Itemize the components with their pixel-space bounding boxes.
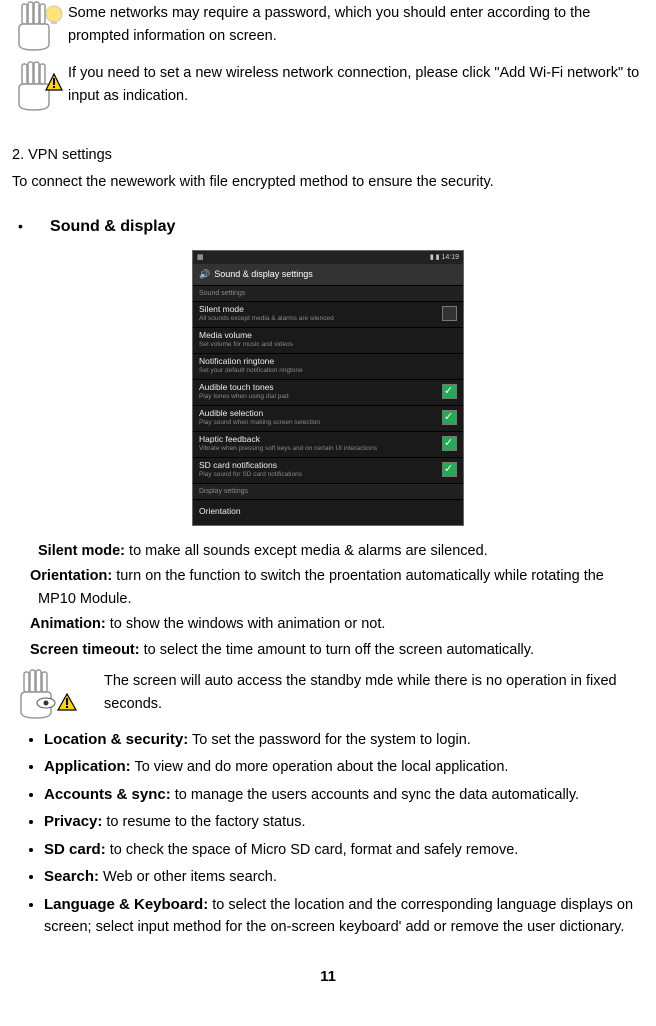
feature-list: Location & security: To set the password… [12, 728, 644, 939]
row-audible-selection[interactable]: Audible selection Play sound when making… [193, 406, 463, 432]
sound-display-screenshot: ▦ ▮ ▮ 14:19 🔊 Sound & display settings S… [12, 250, 644, 526]
note-password: Some networks may require a password, wh… [12, 0, 644, 52]
android-status-bar: ▦ ▮ ▮ 14:19 [193, 251, 463, 264]
row-sd-card-notifications[interactable]: SD card notifications Play sound for SD … [193, 458, 463, 484]
text: To set the password for the system to lo… [188, 732, 471, 748]
page-number: 11 [12, 965, 644, 989]
feature-application: Application: To view and do more operati… [44, 755, 644, 778]
text: to resume to the factory status. [102, 814, 305, 830]
section-display: Display settings [193, 484, 463, 500]
text: to show the windows with animation or no… [106, 616, 386, 632]
label: Silent mode: [38, 543, 125, 559]
feature-search: Search: Web or other items search. [44, 865, 644, 888]
row-media-volume[interactable]: Media volume Set volume for music and vi… [193, 328, 463, 354]
desc-orientation: Orientation: turn on the function to swi… [30, 565, 644, 611]
hand-lightbulb-icon [12, 0, 68, 52]
row-silent-mode[interactable]: Silent mode All sounds except media & al… [193, 302, 463, 328]
row-notification-ringtone[interactable]: Notification ringtone Set your default n… [193, 354, 463, 380]
feature-accounts: Accounts & sync: to manage the users acc… [44, 783, 644, 806]
desc-timeout: Screen timeout: to select the time amoun… [30, 639, 644, 662]
checkbox-icon[interactable] [442, 306, 457, 321]
checkbox-icon[interactable] [442, 410, 457, 425]
sound-display-heading: Sound & display [12, 214, 644, 240]
desc-silent: Silent mode: to make all sounds except m… [38, 540, 644, 563]
note-addwifi: If you need to set a new wireless networ… [12, 60, 644, 112]
checkbox-icon[interactable] [442, 462, 457, 477]
vpn-body: To connect the newework with file encryp… [12, 171, 644, 194]
checkbox-icon[interactable] [442, 384, 457, 399]
vpn-heading: 2. VPN settings [12, 144, 644, 167]
heading-label: Sound & display [50, 218, 175, 235]
feature-language: Language & Keyboard: to select the locat… [44, 893, 644, 939]
text: Web or other items search. [99, 869, 277, 885]
text: turn on the function to switch the proen… [38, 568, 604, 607]
text: to manage the users accounts and sync th… [171, 787, 579, 803]
label: Language & Keyboard: [44, 896, 208, 913]
row-haptic-feedback[interactable]: Haptic feedback Vibrate when pressing so… [193, 432, 463, 458]
text: to select the time amount to turn off th… [140, 642, 534, 658]
desc-animation: Animation: to show the windows with anim… [30, 613, 644, 636]
label: Accounts & sync: [44, 786, 171, 803]
note-standby: The screen will auto access the standby … [12, 668, 644, 720]
note-text: Some networks may require a password, wh… [68, 0, 644, 48]
feature-sdcard: SD card: to check the space of Micro SD … [44, 838, 644, 861]
label: SD card: [44, 841, 106, 858]
label: Animation: [30, 616, 106, 632]
text: To view and do more operation about the … [131, 759, 509, 775]
row-audible-touch-tones[interactable]: Audible touch tones Play tones when usin… [193, 380, 463, 406]
text: to check the space of Micro SD card, for… [106, 842, 519, 858]
row-orientation[interactable]: Orientation [193, 500, 463, 525]
android-screen-title: 🔊 Sound & display settings [193, 264, 463, 285]
note-text: The screen will auto access the standby … [104, 668, 644, 716]
android-title-text: Sound & display settings [214, 267, 313, 281]
feature-privacy: Privacy: to resume to the factory status… [44, 810, 644, 833]
checkbox-icon[interactable] [442, 436, 457, 451]
volume-icon: 🔊 [199, 267, 210, 281]
note-text: If you need to set a new wireless networ… [68, 60, 644, 108]
hand-eye-warning-icon [12, 668, 104, 720]
label: Privacy: [44, 813, 102, 830]
label: Search: [44, 868, 99, 885]
hand-warning-icon [12, 60, 68, 112]
feature-location: Location & security: To set the password… [44, 728, 644, 751]
label: Location & security: [44, 731, 188, 748]
status-left: ▦ [197, 252, 204, 263]
status-right: ▮ ▮ 14:19 [430, 252, 459, 263]
section-sound: Sound settings [193, 286, 463, 302]
label: Orientation: [30, 568, 112, 584]
text: to make all sounds except media & alarms… [125, 543, 488, 559]
label: Screen timeout: [30, 642, 140, 658]
label: Application: [44, 758, 131, 775]
